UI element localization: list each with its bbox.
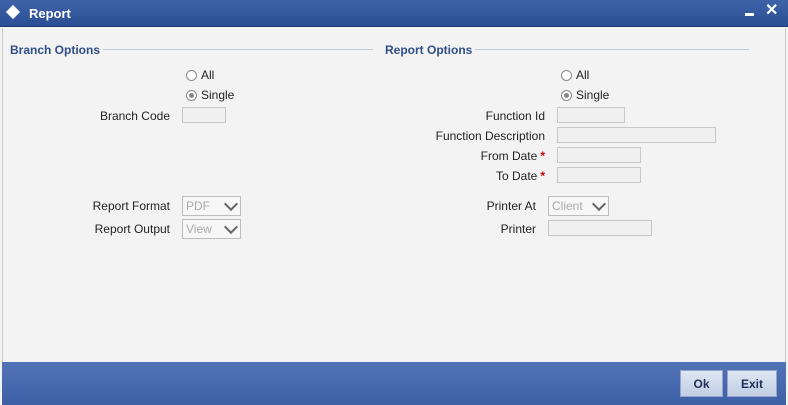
radio-button[interactable] — [561, 89, 572, 101]
radio-label: Single — [201, 88, 235, 102]
report-all-radio[interactable]: All — [561, 68, 589, 82]
report-format-value: PDF — [186, 199, 210, 213]
from-date-field[interactable] — [557, 147, 641, 163]
function-id-label: Function Id — [485, 109, 545, 123]
chevron-down-icon — [591, 196, 607, 212]
report-output-label: Report Output — [94, 222, 170, 236]
from-date-label: From Date * — [403, 149, 545, 163]
to-date-field[interactable] — [557, 167, 641, 183]
report-output-select[interactable]: View — [182, 219, 241, 239]
window-title: Report — [29, 6, 71, 21]
chevron-down-icon — [223, 219, 239, 235]
title-bar: Report ✕ — [0, 0, 788, 27]
report-format-label: Report Format — [92, 199, 170, 213]
printer-at-value: Client — [552, 199, 583, 213]
report-options-title: Report Options — [385, 43, 473, 57]
printer-field[interactable] — [548, 220, 652, 236]
radio-label: All — [201, 68, 215, 82]
branch-single-radio[interactable]: Single — [186, 88, 234, 102]
printer-label: Printer — [500, 222, 536, 236]
close-icon[interactable]: ✕ — [765, 3, 778, 19]
branch-options-divider — [103, 49, 373, 50]
printer-at-select[interactable]: Client — [548, 196, 609, 216]
diamond-icon — [5, 4, 21, 20]
branch-code-field[interactable] — [182, 107, 226, 123]
to-date-label-text: To Date — [495, 169, 538, 183]
from-date-label-text: From Date — [480, 149, 538, 163]
report-single-radio[interactable]: Single — [561, 88, 609, 102]
footer-bar: Ok Exit — [2, 362, 786, 405]
branch-code-label: Branch Code — [99, 109, 170, 123]
report-form: Branch Options All Single Branch Code Re… — [2, 28, 786, 362]
branch-options-title: Branch Options — [10, 43, 101, 57]
ok-button[interactable]: Ok — [680, 370, 723, 397]
radio-label: All — [576, 68, 590, 82]
chevron-down-icon — [223, 196, 239, 212]
report-format-select[interactable]: PDF — [182, 196, 241, 216]
exit-button[interactable]: Exit — [727, 370, 777, 397]
function-description-label: Function Description — [435, 129, 545, 143]
radio-button[interactable] — [186, 89, 197, 101]
to-date-label: To Date * — [403, 169, 545, 183]
branch-all-radio[interactable]: All — [186, 68, 214, 82]
radio-label: Single — [576, 88, 610, 102]
radio-button[interactable] — [561, 69, 572, 81]
report-options-divider — [475, 49, 749, 50]
radio-button[interactable] — [186, 69, 197, 81]
function-id-field[interactable] — [557, 107, 625, 123]
required-mark: * — [540, 149, 545, 163]
printer-at-label: Printer At — [486, 199, 536, 213]
report-output-value: View — [186, 222, 212, 236]
function-description-field[interactable] — [557, 127, 716, 143]
required-mark: * — [540, 169, 545, 183]
minimize-icon[interactable] — [745, 13, 754, 16]
